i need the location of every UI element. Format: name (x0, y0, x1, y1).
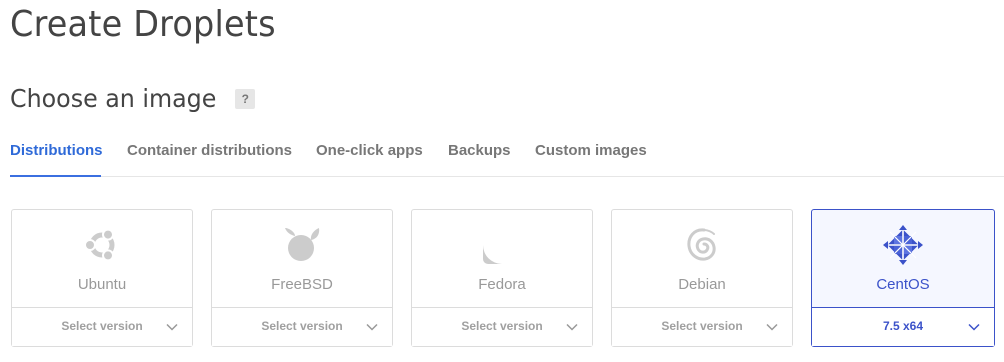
tab-distributions[interactable]: Distributions (10, 142, 103, 159)
distribution-card-debian[interactable]: Debian Select version (611, 209, 793, 347)
page-title: Create Droplets (10, 4, 276, 45)
active-tab-indicator (10, 175, 101, 177)
ubuntu-icon (84, 228, 115, 262)
distribution-card-centos[interactable]: CentOS 7.5 x64 (811, 209, 995, 347)
create-droplets-page: Create Droplets Choose an image ? Distri… (0, 0, 1004, 362)
distribution-cards: Ubuntu Select version FreeBSD Select ver… (11, 209, 996, 349)
chevron-down-icon (766, 323, 778, 331)
distribution-name: Debian (678, 276, 726, 293)
distribution-card-freebsd[interactable]: FreeBSD Select version (211, 209, 393, 347)
image-tabs: Distributions Container distributions On… (10, 128, 1004, 177)
help-icon[interactable]: ? (235, 88, 256, 109)
chevron-down-icon (366, 323, 378, 331)
chevron-down-icon (166, 323, 178, 331)
version-select[interactable]: Select version (212, 308, 392, 346)
tab-custom-images[interactable]: Custom images (535, 142, 647, 159)
chevron-down-icon (566, 323, 578, 331)
tab-container-distributions[interactable]: Container distributions (127, 142, 292, 159)
debian-icon (687, 228, 716, 261)
distribution-name: Fedora (478, 276, 526, 293)
distribution-name: Ubuntu (77, 276, 127, 293)
distribution-name: CentOS (876, 276, 930, 293)
distribution-card-ubuntu[interactable]: Ubuntu Select version (11, 209, 193, 347)
fedora-icon (483, 226, 521, 264)
version-select[interactable]: 7.5 x64 (812, 308, 994, 346)
tab-one-click-apps[interactable]: One-click apps (316, 142, 423, 159)
freebsd-icon (285, 228, 320, 261)
section-title-label: Choose an image (10, 84, 217, 113)
version-select[interactable]: Select version (612, 308, 792, 346)
section-title: Choose an image ? (10, 84, 256, 113)
version-select[interactable]: Select version (12, 308, 192, 346)
centos-icon (883, 225, 923, 265)
version-select[interactable]: Select version (412, 308, 592, 346)
distribution-card-fedora[interactable]: Fedora Select version (411, 209, 593, 347)
chevron-down-icon (968, 323, 980, 331)
distribution-name: FreeBSD (271, 276, 333, 293)
tab-backups[interactable]: Backups (448, 142, 511, 159)
